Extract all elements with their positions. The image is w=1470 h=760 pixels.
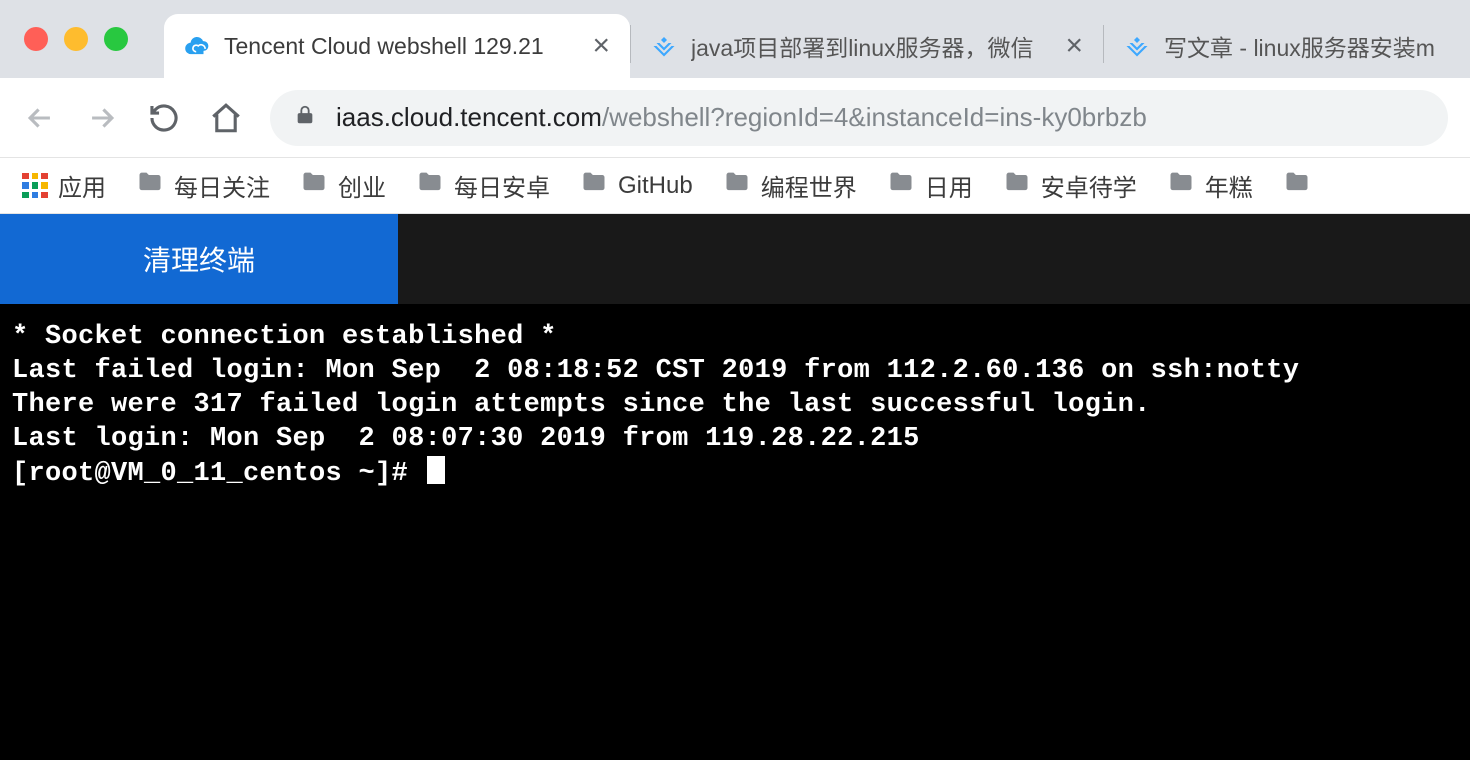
url-text: iaas.cloud.tencent.com/webshell?regionId… — [336, 102, 1147, 133]
bookmark-label: 年糕 — [1205, 168, 1253, 203]
juejin-favicon-icon — [1124, 33, 1150, 59]
bookmark-folder-more[interactable] — [1283, 168, 1311, 203]
terminal-prompt: [root@VM_0_11_centos ~]# — [12, 459, 425, 489]
bookmark-folder[interactable]: 创业 — [300, 168, 386, 203]
terminal-output[interactable]: * Socket connection established * Last f… — [0, 304, 1470, 760]
tab-list: Tencent Cloud webshell 129.21×java项目部署到l… — [164, 10, 1464, 78]
bookmark-label: 日用 — [925, 168, 973, 203]
address-bar[interactable]: iaas.cloud.tencent.com/webshell?regionId… — [270, 90, 1448, 146]
bookmark-folder[interactable]: GitHub — [580, 168, 693, 203]
browser-tab[interactable]: 写文章 - linux服务器安装m — [1104, 14, 1464, 78]
url-path: /webshell?regionId=4&instanceId=ins-ky0b… — [602, 102, 1147, 132]
window-zoom-button[interactable] — [104, 27, 128, 51]
nav-reload-button[interactable] — [146, 100, 182, 136]
folder-icon — [1003, 168, 1031, 203]
tab-title: 写文章 - linux服务器安装m — [1164, 29, 1444, 63]
clear-terminal-button[interactable]: 清理终端 — [0, 214, 398, 304]
bookmark-label: 安卓待学 — [1041, 168, 1137, 203]
browser-toolbar: iaas.cloud.tencent.com/webshell?regionId… — [0, 78, 1470, 158]
window-minimize-button[interactable] — [64, 27, 88, 51]
folder-icon — [1167, 168, 1195, 203]
folder-icon — [1283, 168, 1311, 203]
bookmark-folder[interactable]: 安卓待学 — [1003, 168, 1137, 203]
tab-close-button[interactable]: × — [1065, 31, 1083, 61]
bookmark-label: 编程世界 — [761, 168, 857, 203]
browser-tab[interactable]: java项目部署到linux服务器，微信 × — [631, 14, 1103, 78]
page-content: 清理终端 * Socket connection established * L… — [0, 214, 1470, 760]
terminal-action-bar: 清理终端 — [0, 214, 1470, 304]
bookmark-folder[interactable]: 编程世界 — [723, 168, 857, 203]
folder-icon — [300, 168, 328, 203]
apps-icon — [22, 173, 48, 199]
juejin-favicon-icon — [651, 33, 677, 59]
window-controls — [0, 0, 128, 78]
apps-label: 应用 — [58, 168, 106, 203]
bookmark-folder[interactable]: 每日关注 — [136, 168, 270, 203]
bookmark-folder[interactable]: 每日安卓 — [416, 168, 550, 203]
folder-icon — [723, 168, 751, 203]
nav-back-button[interactable] — [22, 100, 58, 136]
browser-tab[interactable]: Tencent Cloud webshell 129.21 × — [164, 14, 630, 78]
bookmark-folder[interactable]: 年糕 — [1167, 168, 1253, 203]
apps-shortcut[interactable]: 应用 — [22, 168, 106, 203]
folder-icon — [887, 168, 915, 203]
bookmark-label: 每日关注 — [174, 168, 270, 203]
folder-icon — [416, 168, 444, 203]
terminal-cursor — [427, 456, 445, 484]
nav-home-button[interactable] — [208, 100, 244, 136]
tab-title: java项目部署到linux服务器，微信 — [691, 29, 1051, 63]
bookmark-folder[interactable]: 日用 — [887, 168, 973, 203]
window-close-button[interactable] — [24, 27, 48, 51]
folder-icon — [580, 168, 608, 203]
bookmark-label: 创业 — [338, 168, 386, 203]
cloud-favicon-icon — [184, 33, 210, 59]
browser-tab-strip: Tencent Cloud webshell 129.21×java项目部署到l… — [0, 0, 1470, 78]
folder-icon — [136, 168, 164, 203]
bookmarks-bar: 应用 每日关注 创业 每日安卓 GitHub 编程世界 日用 安卓待学 年糕 — [0, 158, 1470, 214]
nav-forward-button[interactable] — [84, 100, 120, 136]
bookmark-label: GitHub — [618, 172, 693, 200]
lock-icon — [294, 102, 316, 133]
bookmark-label: 每日安卓 — [454, 168, 550, 203]
url-host: iaas.cloud.tencent.com — [336, 102, 602, 132]
tab-title: Tencent Cloud webshell 129.21 — [224, 33, 578, 60]
tab-close-button[interactable]: × — [592, 31, 610, 61]
